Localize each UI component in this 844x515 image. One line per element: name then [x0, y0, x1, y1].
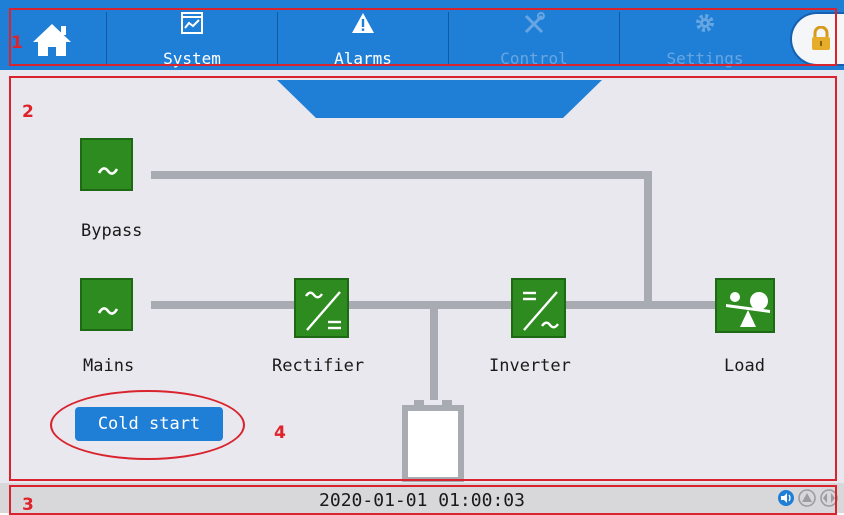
- battery-icon: [402, 400, 464, 483]
- system-diagram-panel: 2 Bypass Mains Rectifier Inverter Load C…: [0, 70, 844, 483]
- tools-icon: [524, 12, 545, 34]
- annotation-marker-2: 2: [22, 102, 34, 122]
- status-datetime: 2020-01-01 01:00:03: [319, 490, 525, 511]
- rectifier-block[interactable]: [294, 278, 349, 338]
- rectifier-label: Rectifier: [272, 356, 365, 376]
- tab-control[interactable]: Control: [449, 10, 619, 68]
- battery-block[interactable]: [402, 400, 464, 483]
- alarm-icon: [352, 13, 374, 33]
- tab-system-label: System: [163, 49, 221, 68]
- mains-block[interactable]: [80, 278, 133, 331]
- tab-system[interactable]: System: [107, 10, 277, 68]
- highlight-ring-cold-start: [50, 390, 245, 460]
- ac-wave-icon: [97, 167, 119, 175]
- annotation-marker-4: 4: [274, 423, 286, 443]
- inverter-icon: [523, 291, 559, 331]
- status-bar: 3 2020-01-01 01:00:03: [0, 483, 844, 515]
- mains-label: Mains: [83, 356, 135, 376]
- chart-icon: [181, 12, 203, 34]
- battery-line: [430, 305, 438, 400]
- power-flow-icon[interactable]: [820, 489, 838, 507]
- tab-alarms[interactable]: Alarms: [278, 10, 448, 68]
- bypass-label: Bypass: [81, 221, 143, 241]
- sound-icon[interactable]: [777, 489, 795, 507]
- lock-button[interactable]: [790, 12, 844, 66]
- ac-wave-icon: [97, 307, 119, 315]
- tab-settings-label: Settings: [666, 49, 744, 68]
- bypass-block[interactable]: [80, 138, 133, 191]
- inverter-block[interactable]: [511, 278, 566, 338]
- home-icon: [33, 24, 71, 56]
- tab-control-label: Control: [500, 49, 568, 68]
- tab-alarms-label: Alarms: [334, 49, 392, 68]
- bypass-drop-line: [644, 171, 652, 305]
- rectifier-icon: [305, 291, 341, 331]
- bypass-line: [151, 171, 652, 179]
- tab-settings[interactable]: Settings: [620, 10, 790, 68]
- gear-icon: [696, 14, 714, 32]
- home-button[interactable]: [28, 20, 76, 60]
- inverter-label: Inverter: [489, 356, 571, 376]
- load-block[interactable]: [715, 278, 775, 333]
- load-label: Load: [724, 356, 765, 376]
- top-nav-bar: System Alarms Control Settings 1: [0, 0, 844, 70]
- annotation-marker-1: 1: [11, 33, 23, 53]
- load-icon: [726, 292, 770, 327]
- alarm-icon[interactable]: [798, 489, 816, 507]
- lock-icon: [812, 26, 830, 50]
- title-banner: [277, 80, 602, 118]
